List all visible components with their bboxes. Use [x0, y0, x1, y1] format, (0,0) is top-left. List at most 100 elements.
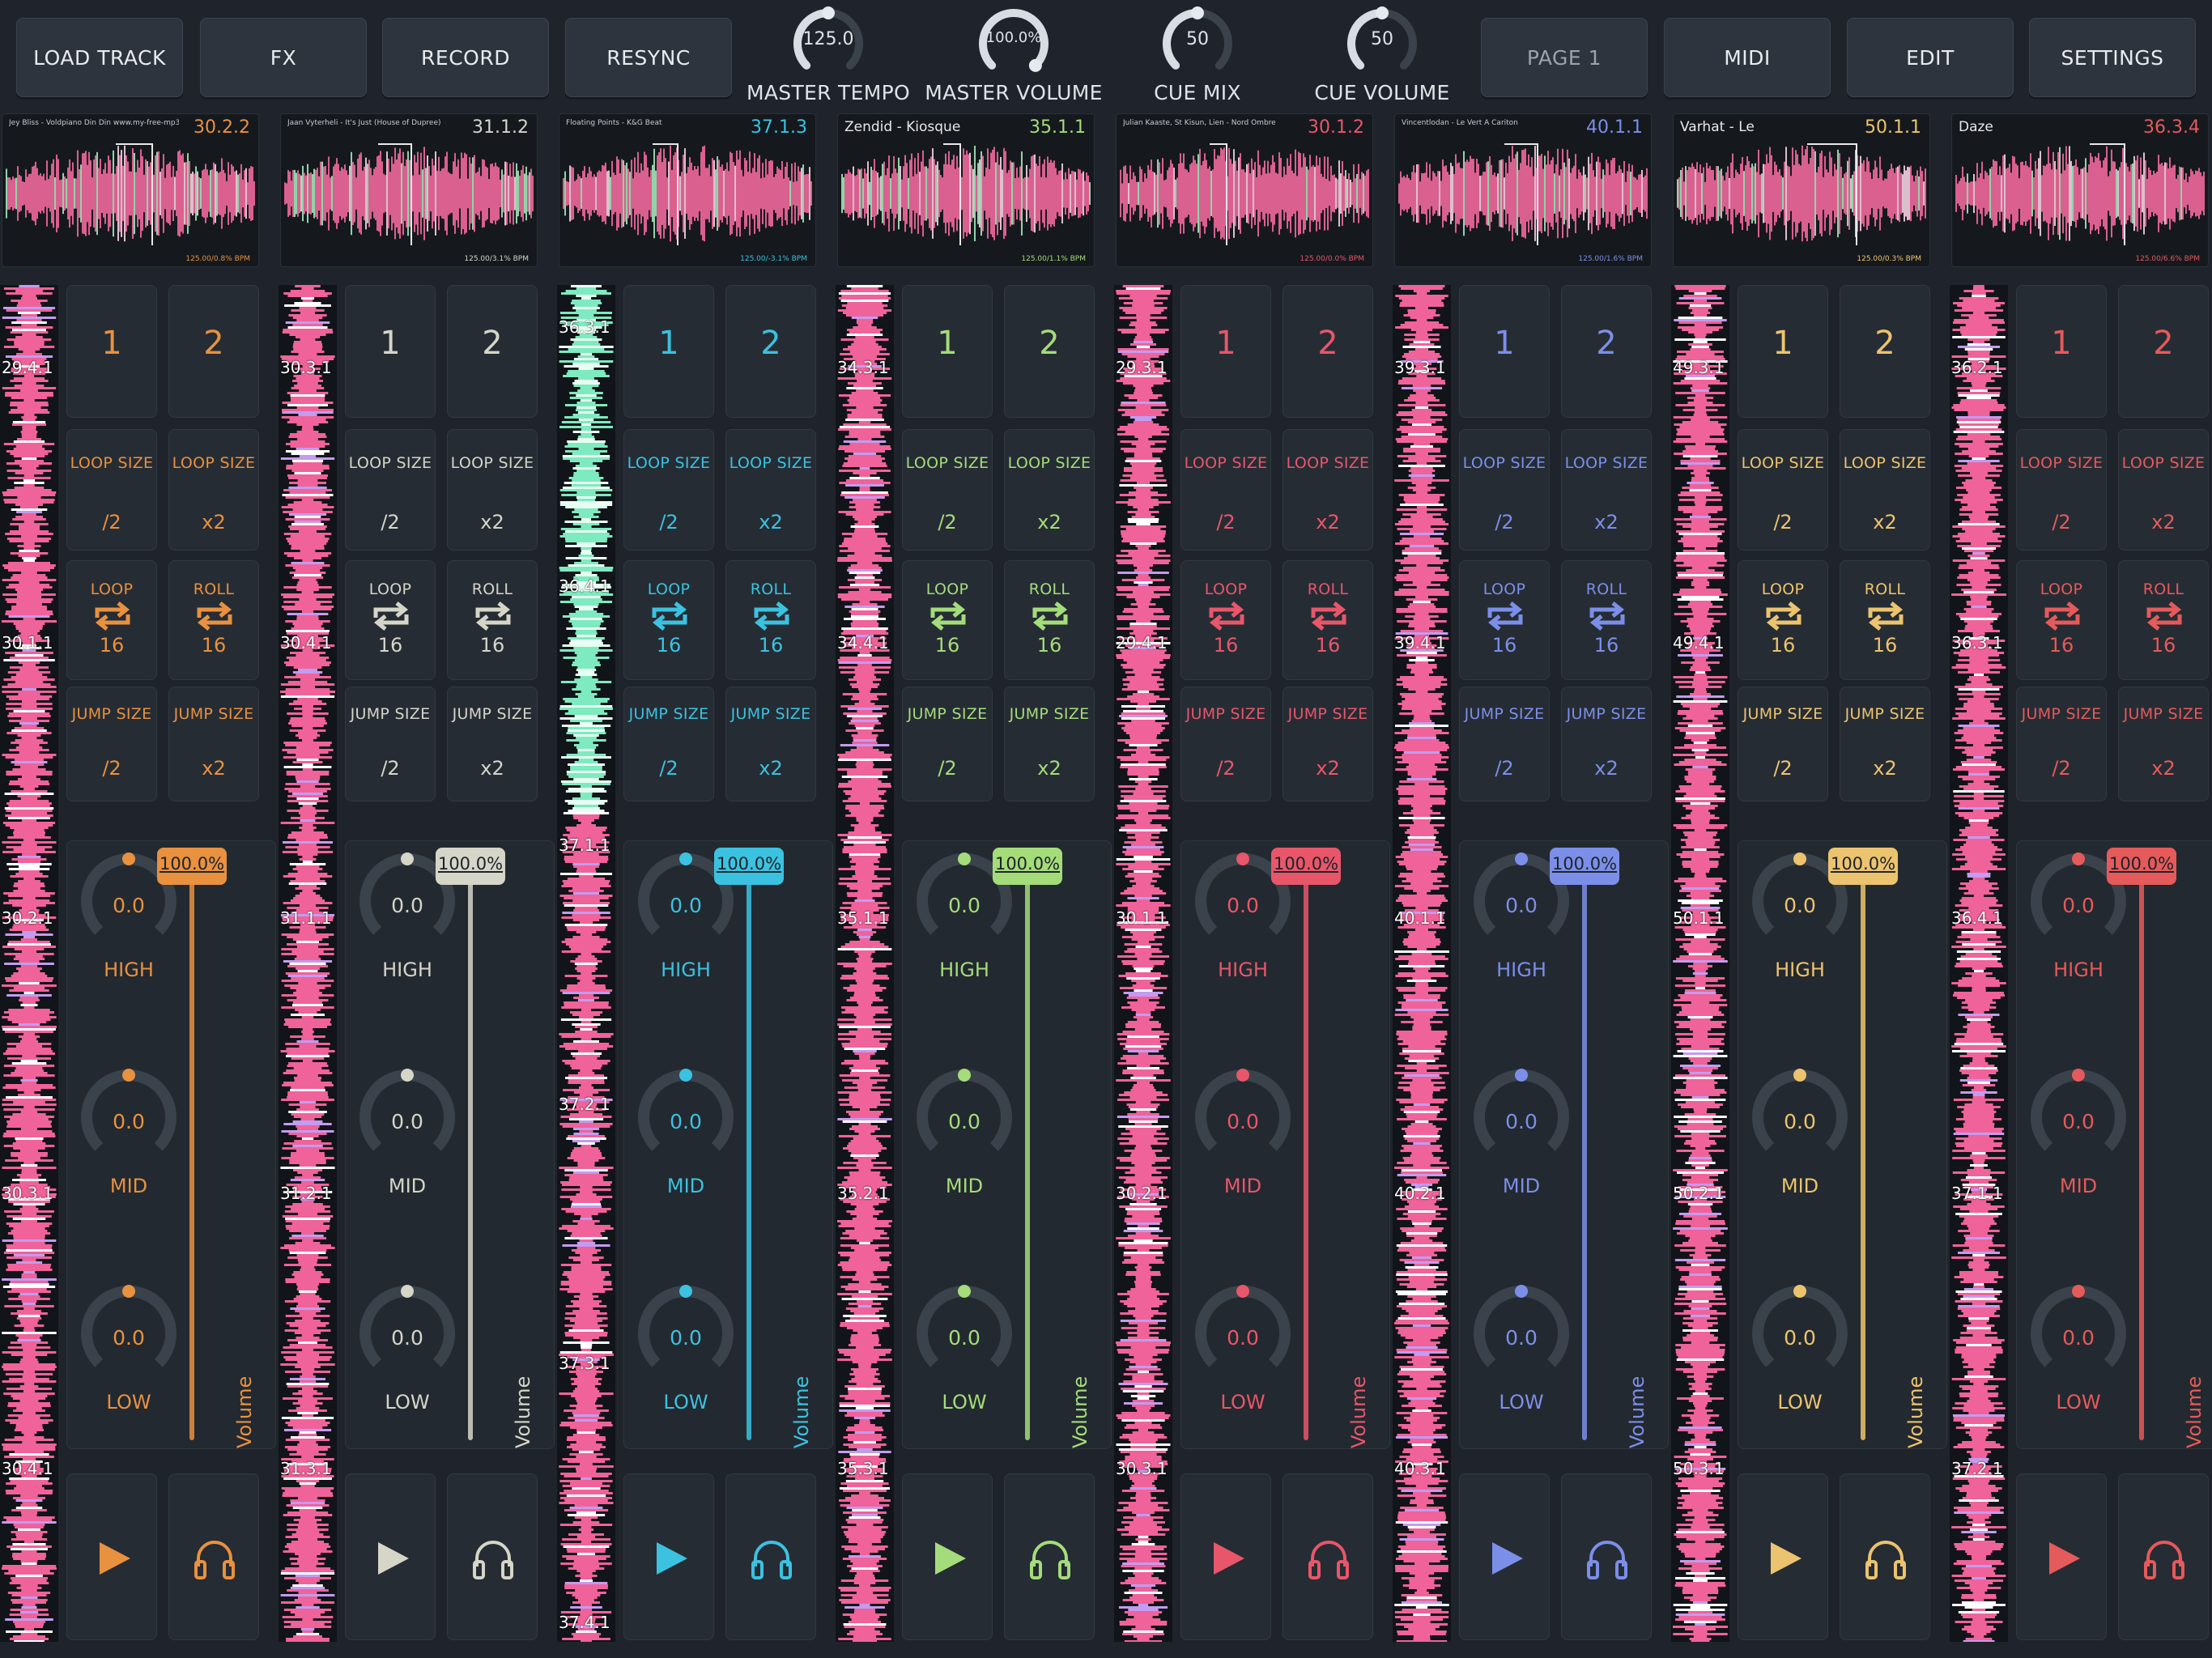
cue-headphones-button[interactable] [1283, 1473, 1373, 1640]
volume-fader-track[interactable] [2139, 874, 2144, 1440]
volume-fader-track[interactable] [189, 874, 194, 1440]
loop-size-half-button[interactable]: LOOP SIZE/2 [2016, 429, 2107, 551]
scrolling-waveform[interactable]: 49.3.1 49.4.1 50.1.1 50.2.1 50.3.1 [1671, 285, 1729, 1642]
scrolling-waveform[interactable]: 29.4.1 30.1.1 30.2.1 30.3.1 30.4.1 [0, 285, 58, 1642]
loop-button[interactable]: LOOP 16 [1459, 560, 1550, 680]
jump-size-half-button[interactable]: JUMP SIZE/2 [1180, 687, 1271, 801]
eq-mid-knob[interactable]: 0.0 MID [346, 1067, 467, 1213]
jump-size-half-button[interactable]: JUMP SIZE/2 [2016, 687, 2107, 801]
loop-size-double-button[interactable]: LOOP SIZE x2 [1840, 429, 1930, 551]
volume-fader-handle[interactable]: 100.0% [1828, 848, 1898, 885]
eq-low-knob[interactable]: 0.0 LOW [346, 1283, 467, 1429]
volume-fader-handle[interactable]: 100.0% [1550, 848, 1619, 885]
hot-cue-2-button[interactable]: 2 [1004, 285, 1095, 418]
hot-cue-1-button[interactable]: 1 [623, 285, 714, 418]
track-overview[interactable]: Daze 36.3.4 125.00/6.6% BPM [1951, 113, 2209, 267]
loop-size-double-button[interactable]: LOOP SIZE x2 [1004, 429, 1095, 551]
loop-button[interactable]: LOOP 16 [1738, 560, 1828, 680]
loop-size-half-button[interactable]: LOOP SIZE/2 [345, 429, 436, 551]
loop-button[interactable]: LOOP 16 [623, 560, 714, 680]
eq-low-knob[interactable]: 0.0 LOW [1181, 1283, 1303, 1429]
loop-button[interactable]: LOOP 16 [902, 560, 993, 680]
roll-button[interactable]: ROLL 16 [168, 560, 259, 680]
track-overview[interactable]: Jey Bliss - Voldpiano Din Din www.my-fre… [2, 113, 259, 267]
eq-mid-knob[interactable]: 0.0 MID [1460, 1067, 1581, 1213]
volume-fader-track[interactable] [1025, 874, 1030, 1440]
jump-size-double-button[interactable]: JUMP SIZE x2 [725, 687, 816, 801]
track-overview[interactable]: Vincentlodan - Le Vert A Cariton 40.1.1 … [1394, 113, 1652, 267]
track-overview[interactable]: Julian Kaaste, St Kisun, Lien - Nord Omb… [1116, 113, 1373, 267]
jump-size-half-button[interactable]: JUMP SIZE/2 [1738, 687, 1828, 801]
cue-headphones-button[interactable] [2118, 1473, 2209, 1640]
track-overview[interactable]: Floating Points - K&G Beat 37.1.3 125.00… [559, 113, 816, 267]
hot-cue-2-button[interactable]: 2 [1561, 285, 1652, 418]
jump-size-half-button[interactable]: JUMP SIZE/2 [66, 687, 157, 801]
play-button[interactable] [345, 1473, 436, 1640]
scrolling-waveform[interactable]: 29.3.1 29.4.1 30.1.1 30.2.1 30.3.1 [1114, 285, 1172, 1642]
jump-size-double-button[interactable]: JUMP SIZE x2 [447, 687, 538, 801]
jump-size-half-button[interactable]: JUMP SIZE/2 [1459, 687, 1550, 801]
hot-cue-2-button[interactable]: 2 [725, 285, 816, 418]
volume-fader-track[interactable] [747, 874, 751, 1440]
loop-size-half-button[interactable]: LOOP SIZE/2 [623, 429, 714, 551]
loop-size-half-button[interactable]: LOOP SIZE/2 [902, 429, 993, 551]
play-button[interactable] [623, 1473, 714, 1640]
volume-fader-track[interactable] [1304, 874, 1308, 1440]
scrolling-waveform[interactable]: 30.3.1 30.4.1 31.1.1 31.2.1 31.3.1 [279, 285, 337, 1642]
roll-button[interactable]: ROLL 16 [1283, 560, 1373, 680]
scrolling-waveform[interactable]: 36.2.1 36.3.1 36.4.1 37.1.1 37.2.1 [1950, 285, 2008, 1642]
jump-size-half-button[interactable]: JUMP SIZE/2 [345, 687, 436, 801]
volume-fader-track[interactable] [1861, 874, 1865, 1440]
scrolling-waveform[interactable]: 36.3.1 36.4.1 37.1.1 37.2.1 37.3.1 37.4.1 [557, 285, 615, 1642]
eq-low-knob[interactable]: 0.0 LOW [903, 1283, 1024, 1429]
hot-cue-1-button[interactable]: 1 [66, 285, 157, 418]
loop-size-double-button[interactable]: LOOP SIZE x2 [1561, 429, 1652, 551]
hot-cue-1-button[interactable]: 1 [2016, 285, 2107, 418]
loop-size-double-button[interactable]: LOOP SIZE x2 [447, 429, 538, 551]
eq-mid-knob[interactable]: 0.0 MID [624, 1067, 746, 1213]
roll-button[interactable]: ROLL 16 [1561, 560, 1652, 680]
eq-mid-knob[interactable]: 0.0 MID [903, 1067, 1024, 1213]
cue-headphones-button[interactable] [1561, 1473, 1652, 1640]
loop-size-half-button[interactable]: LOOP SIZE/2 [66, 429, 157, 551]
roll-button[interactable]: ROLL 16 [2118, 560, 2209, 680]
cue-headphones-button[interactable] [725, 1473, 816, 1640]
hot-cue-2-button[interactable]: 2 [168, 285, 259, 418]
track-overview[interactable]: Jaan Vyterheli - It's Just (House of Dup… [280, 113, 538, 267]
hot-cue-1-button[interactable]: 1 [1180, 285, 1271, 418]
track-overview[interactable]: Zendid - Kiosque 35.1.1 125.00/1.1% BPM [837, 113, 1095, 267]
play-button[interactable] [66, 1473, 157, 1640]
volume-fader-handle[interactable]: 100.0% [993, 848, 1062, 885]
volume-fader-handle[interactable]: 100.0% [2107, 848, 2176, 885]
loop-size-double-button[interactable]: LOOP SIZE x2 [2118, 429, 2209, 551]
hot-cue-2-button[interactable]: 2 [1840, 285, 1930, 418]
jump-size-half-button[interactable]: JUMP SIZE/2 [902, 687, 993, 801]
jump-size-double-button[interactable]: JUMP SIZE x2 [2118, 687, 2209, 801]
loop-size-half-button[interactable]: LOOP SIZE/2 [1459, 429, 1550, 551]
jump-size-double-button[interactable]: JUMP SIZE x2 [1283, 687, 1373, 801]
eq-low-knob[interactable]: 0.0 LOW [2017, 1283, 2138, 1429]
track-overview[interactable]: Varhat - Le 50.1.1 125.00/0.3% BPM [1673, 113, 1930, 267]
jump-size-double-button[interactable]: JUMP SIZE x2 [168, 687, 259, 801]
loop-button[interactable]: LOOP 16 [2016, 560, 2107, 680]
loop-button[interactable]: LOOP 16 [66, 560, 157, 680]
hot-cue-1-button[interactable]: 1 [1738, 285, 1828, 418]
jump-size-double-button[interactable]: JUMP SIZE x2 [1840, 687, 1930, 801]
cue-headphones-button[interactable] [1004, 1473, 1095, 1640]
loop-button[interactable]: LOOP 16 [1180, 560, 1271, 680]
hot-cue-1-button[interactable]: 1 [1459, 285, 1550, 418]
jump-size-half-button[interactable]: JUMP SIZE/2 [623, 687, 714, 801]
play-button[interactable] [2016, 1473, 2107, 1640]
scrolling-waveform[interactable]: 39.3.1 39.4.1 40.1.1 40.2.1 40.3.1 [1393, 285, 1451, 1642]
volume-fader-handle[interactable]: 100.0% [157, 848, 227, 885]
volume-fader-track[interactable] [1582, 874, 1587, 1440]
hot-cue-2-button[interactable]: 2 [2118, 285, 2209, 418]
hot-cue-2-button[interactable]: 2 [447, 285, 538, 418]
eq-mid-knob[interactable]: 0.0 MID [2017, 1067, 2138, 1213]
cue-headphones-button[interactable] [1840, 1473, 1930, 1640]
eq-mid-knob[interactable]: 0.0 MID [1181, 1067, 1303, 1213]
volume-fader-handle[interactable]: 100.0% [436, 848, 505, 885]
scrolling-waveform[interactable]: 34.3.1 34.4.1 35.1.1 35.2.1 35.3.1 [836, 285, 894, 1642]
eq-low-knob[interactable]: 0.0 LOW [1460, 1283, 1581, 1429]
loop-button[interactable]: LOOP 16 [345, 560, 436, 680]
